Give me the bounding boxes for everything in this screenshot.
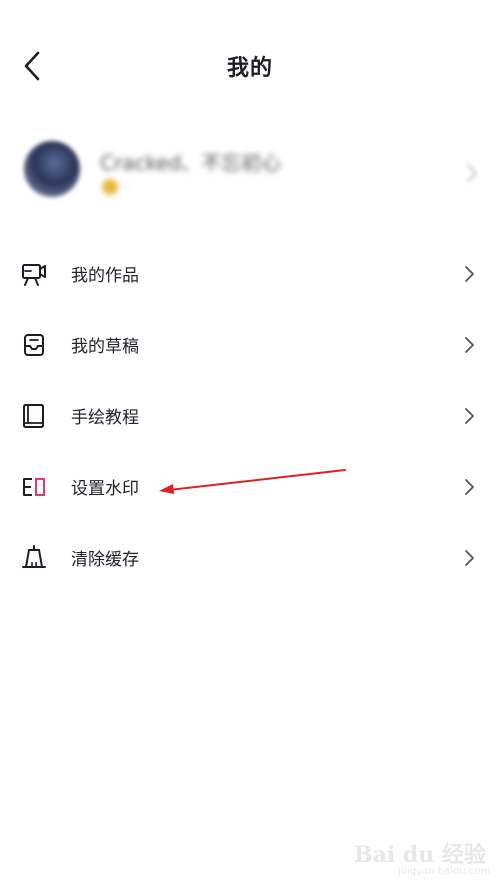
menu-item-my-works[interactable]: 我的作品 xyxy=(0,238,500,309)
menu-item-my-drafts[interactable]: 我的草稿 xyxy=(0,309,500,380)
baidu-jingyan-watermark: Bai du 经验 jingyan.baidu.com xyxy=(354,833,490,879)
chevron-right-icon xyxy=(464,335,476,355)
menu-item-clear-cache[interactable]: 清除缓存 xyxy=(0,522,500,593)
profile-card[interactable]: Cracked、不忘初心 · xyxy=(0,135,500,215)
badge-icon xyxy=(102,179,118,195)
chevron-right-icon xyxy=(464,264,476,284)
watermark-url: jingyan.baidu.com xyxy=(398,866,491,877)
book-icon xyxy=(20,402,48,430)
menu-item-drawing-tutorial[interactable]: 手绘教程 xyxy=(0,380,500,451)
watermark-logo: Bai du 经验 xyxy=(354,842,486,868)
clear-cache-icon xyxy=(20,544,48,572)
page-title: 我的 xyxy=(226,56,273,81)
menu-item-set-watermark[interactable]: 设置水印 xyxy=(0,451,500,522)
chevron-right-icon xyxy=(464,477,476,497)
watermark-icon xyxy=(20,473,48,501)
avatar[interactable] xyxy=(24,141,80,197)
menu-item-label: 我的草稿 xyxy=(71,337,139,357)
video-camera-icon xyxy=(20,260,48,288)
menu-item-label: 清除缓存 xyxy=(71,550,139,570)
chevron-right-icon xyxy=(464,406,476,426)
inbox-tray-icon xyxy=(20,331,48,359)
user-badge: · xyxy=(102,179,128,195)
menu-item-label: 设置水印 xyxy=(71,479,139,499)
top-bar: 我的 xyxy=(0,0,500,130)
menu-item-label: 我的作品 xyxy=(71,266,139,286)
badge-text: · xyxy=(124,180,128,194)
menu-item-label: 手绘教程 xyxy=(71,408,139,428)
chevron-right-icon xyxy=(467,164,477,182)
username: Cracked、不忘初心 xyxy=(100,151,282,175)
chevron-right-icon xyxy=(464,548,476,568)
menu-list: 我的作品 我的草稿 手绘教程 设置水印 清除缓存 xyxy=(0,238,500,593)
